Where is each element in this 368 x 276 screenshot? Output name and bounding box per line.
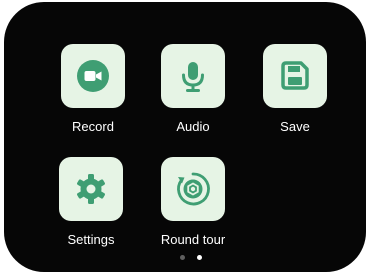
round-tour-label: Round tour bbox=[160, 232, 226, 247]
audio-label: Audio bbox=[176, 119, 210, 134]
floppy-disk-icon bbox=[281, 61, 309, 90]
record-label: Record bbox=[72, 119, 114, 134]
page-indicator bbox=[180, 255, 202, 260]
record-tile[interactable] bbox=[61, 44, 125, 108]
page-dot-2-active[interactable] bbox=[197, 255, 202, 260]
microphone-icon bbox=[182, 62, 204, 92]
save-tile[interactable] bbox=[263, 44, 327, 108]
app-record[interactable]: Record bbox=[48, 44, 138, 135]
audio-tile[interactable] bbox=[161, 44, 225, 108]
app-save[interactable]: Save bbox=[250, 44, 340, 135]
gear-icon bbox=[77, 174, 105, 204]
save-label: Save bbox=[280, 119, 310, 134]
app-audio[interactable]: Audio bbox=[148, 44, 238, 135]
device-screen: Record Audio Save Settings Round tour bbox=[4, 2, 366, 272]
round-tour-tile[interactable] bbox=[161, 157, 225, 221]
rotate-camera-icon bbox=[177, 172, 210, 206]
app-round-tour[interactable]: Round tour bbox=[148, 157, 238, 248]
app-settings[interactable]: Settings bbox=[46, 157, 136, 248]
settings-label: Settings bbox=[67, 232, 115, 247]
settings-tile[interactable] bbox=[59, 157, 123, 221]
video-camera-icon bbox=[77, 60, 109, 92]
page-dot-1[interactable] bbox=[180, 255, 185, 260]
